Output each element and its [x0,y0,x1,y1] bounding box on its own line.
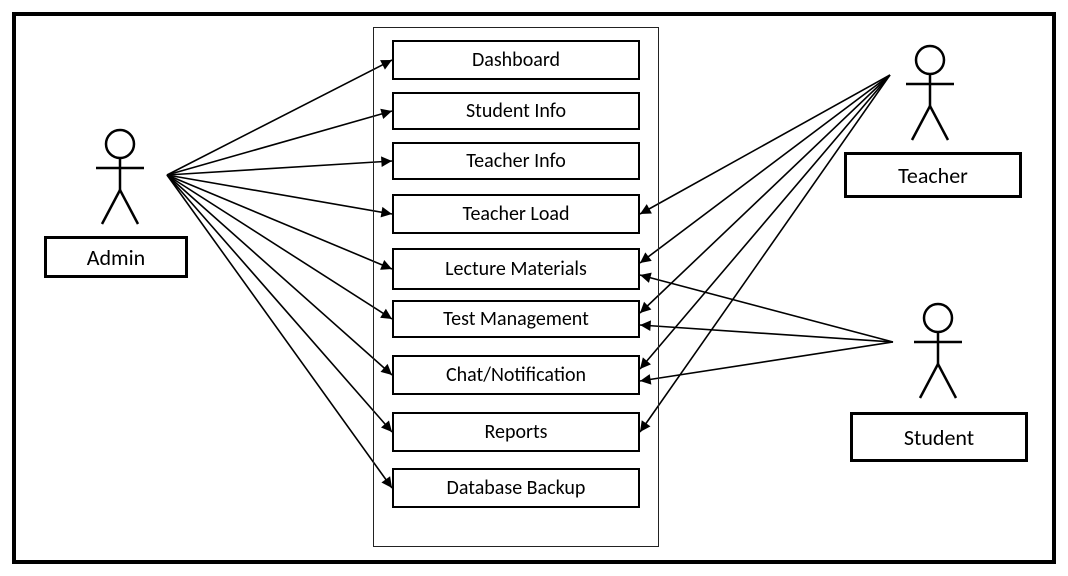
usecase-label: Test Management [443,307,589,331]
actor-name: Student [904,424,974,451]
actor-student-label: Student [850,412,1028,462]
usecase-teacher-info: Teacher Info [392,142,640,180]
connection-admin-to-teacher-load [167,175,392,214]
connection-admin-to-student-info [167,111,392,175]
actor-name: Teacher [898,162,968,189]
actor-admin-icon [96,130,144,224]
usecase-label: Teacher Info [466,149,566,173]
usecase-label: Student Info [466,99,566,123]
connection-admin-to-chat-notification [167,175,392,375]
connection-student-to-lecture-materials [640,275,893,342]
usecase-dashboard: Dashboard [392,40,640,80]
usecase-chat-notification: Chat/Notification [392,355,640,395]
actor-name: Admin [87,244,145,271]
connection-admin-to-reports [167,175,392,432]
usecase-lecture-materials: Lecture Materials [392,248,640,290]
connection-student-to-test-management [640,325,893,342]
connection-teacher-to-chat-notification [640,75,890,369]
connection-teacher-to-reports [640,75,890,432]
actor-teacher-icon [906,46,954,140]
usecase-label: Chat/Notification [446,363,586,387]
actor-student-icon [914,304,962,398]
usecase-student-info: Student Info [392,92,640,130]
connection-admin-to-teacher-info [167,161,392,175]
connection-admin-to-test-management [167,175,392,319]
usecase-test-management: Test Management [392,300,640,338]
usecase-reports: Reports [392,412,640,452]
actor-admin-label: Admin [44,236,188,278]
actor-teacher-label: Teacher [844,152,1022,198]
usecase-database-backup: Database Backup [392,468,640,508]
usecase-label: Dashboard [472,48,560,72]
usecase-label: Database Backup [447,476,586,500]
connection-student-to-chat-notification [640,342,893,381]
usecase-label: Lecture Materials [445,257,587,281]
usecase-label: Teacher Load [463,202,570,226]
connection-admin-to-dashboard [167,60,392,175]
usecase-teacher-load: Teacher Load [392,194,640,234]
usecase-label: Reports [484,420,547,444]
